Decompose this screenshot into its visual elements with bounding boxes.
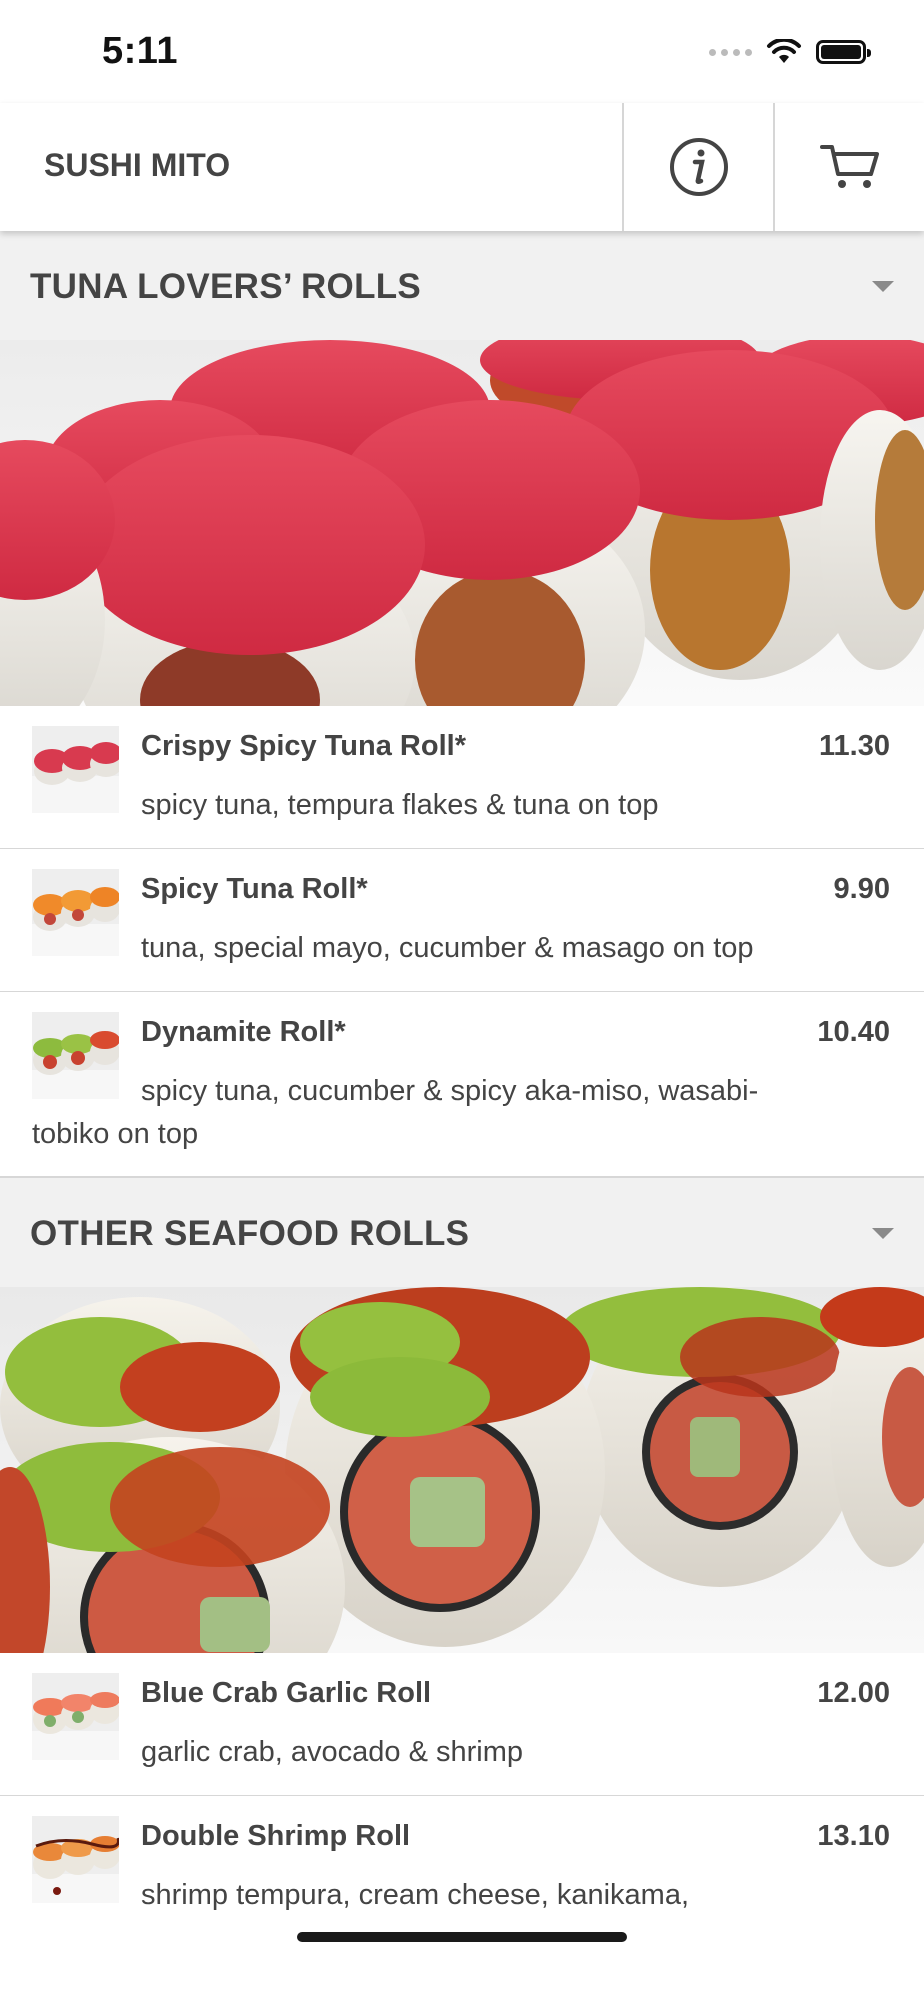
item-thumbnail — [32, 869, 119, 956]
battery-icon — [816, 40, 871, 64]
menu-item[interactable]: Crispy Spicy Tuna Roll* 11.30 spicy tuna… — [0, 706, 924, 850]
item-thumbnail — [32, 1816, 119, 1903]
item-price: 9.90 — [833, 873, 890, 905]
item-description: tuna, special mayo, cucumber & masago on… — [141, 932, 754, 964]
item-thumbnail — [32, 1673, 119, 1760]
app-title: SUSHI MITO — [44, 147, 231, 183]
section-header-other-seafood-rolls[interactable]: OTHER SEAFOOD ROLLS — [0, 1178, 924, 1287]
item-name: Blue Crab Garlic Roll — [141, 1677, 432, 1709]
item-name: Dynamite Roll* — [141, 1016, 346, 1048]
cart-button[interactable] — [773, 103, 924, 231]
item-description: shrimp tempura, cream cheese, kanikama, — [141, 1879, 689, 1911]
home-indicator[interactable] — [297, 1932, 627, 1942]
item-price: 12.00 — [817, 1677, 890, 1709]
section-hero-image — [0, 1287, 924, 1653]
menu-item[interactable]: Blue Crab Garlic Roll 12.00 garlic crab,… — [0, 1653, 924, 1797]
chevron-down-icon — [872, 1228, 894, 1239]
item-description: spicy tuna, tempura flakes & tuna on top — [141, 789, 659, 821]
top-navbar: SUSHI MITO — [0, 103, 924, 231]
item-price: 11.30 — [819, 730, 890, 762]
menu-item[interactable]: Dynamite Roll* 10.40 spicy tuna, cucumbe… — [0, 992, 924, 1178]
signal-icon — [709, 48, 752, 56]
item-name: Spicy Tuna Roll* — [141, 873, 368, 905]
section-title: TUNA LOVERS’ ROLLS — [30, 267, 422, 306]
item-price: 10.40 — [817, 1016, 890, 1048]
status-bar: 5:11 — [0, 0, 924, 103]
wifi-icon — [767, 39, 801, 63]
item-price: 13.10 — [817, 1820, 890, 1852]
item-description: garlic crab, avocado & shrimp — [141, 1736, 523, 1768]
info-icon — [670, 138, 728, 196]
menu-item[interactable]: Spicy Tuna Roll* 9.90 tuna, special mayo… — [0, 849, 924, 993]
item-name: Crispy Spicy Tuna Roll* — [141, 730, 466, 762]
chevron-down-icon — [872, 281, 894, 292]
cart-icon — [820, 145, 879, 188]
item-name: Double Shrimp Roll — [141, 1820, 411, 1852]
item-description: spicy tuna, cucumber & spicy aka-miso, w… — [32, 1075, 759, 1150]
status-icons — [709, 36, 871, 68]
section-hero-image — [0, 340, 924, 706]
status-time: 5:11 — [102, 30, 178, 72]
section-header-tuna-lovers-rolls[interactable]: TUNA LOVERS’ ROLLS — [0, 231, 924, 340]
section-title: OTHER SEAFOOD ROLLS — [30, 1214, 470, 1253]
bottom-safe-area — [0, 1918, 924, 2000]
item-thumbnail — [32, 726, 119, 813]
info-button[interactable] — [622, 103, 774, 231]
